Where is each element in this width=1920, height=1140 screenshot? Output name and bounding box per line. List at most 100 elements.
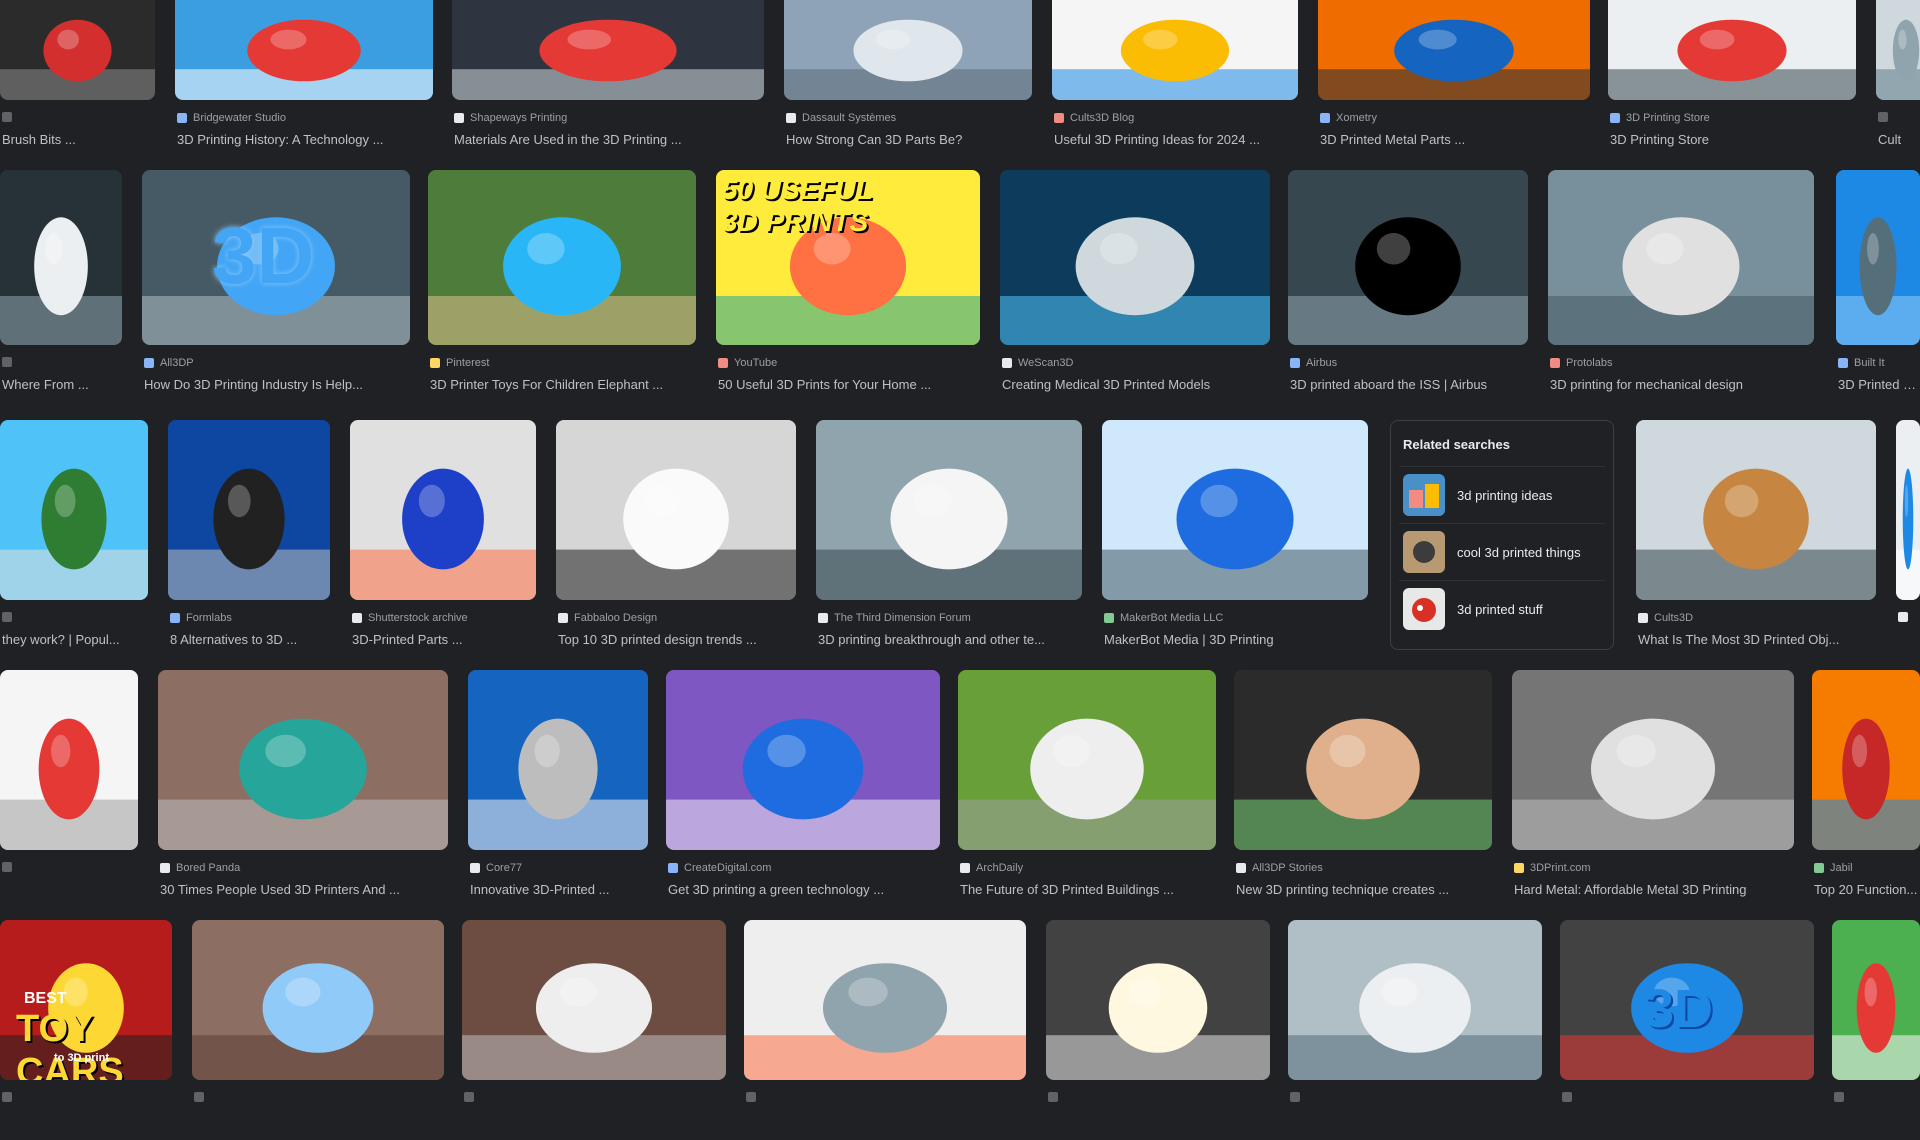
- result-thumbnail[interactable]: [1608, 0, 1856, 100]
- result-source[interactable]: Bored Panda: [160, 862, 446, 874]
- image-result-card[interactable]: Where From ...: [0, 170, 122, 405]
- image-result-card[interactable]: Shutterstock archive 3D-Printed Parts ...: [350, 420, 536, 660]
- image-result-card[interactable]: Xometry 3D Printed Metal Parts ...: [1318, 0, 1590, 160]
- image-result-card[interactable]: MakerBot Media LLC MakerBot Media | 3D Pr…: [1102, 420, 1368, 660]
- result-thumbnail[interactable]: [1836, 170, 1920, 345]
- result-title[interactable]: MakerBot Media | 3D Printing: [1104, 632, 1366, 647]
- result-title[interactable]: What Is The Most 3D Printed Obj...: [1638, 632, 1874, 647]
- result-thumbnail[interactable]: [168, 420, 330, 600]
- result-source[interactable]: The Third Dimension Forum: [818, 612, 1080, 624]
- result-source[interactable]: [1290, 1092, 1540, 1102]
- result-source[interactable]: Core77: [470, 862, 646, 874]
- result-title[interactable]: 3D Printing Store: [1610, 132, 1854, 147]
- result-source[interactable]: [2, 1092, 170, 1102]
- image-result-card[interactable]: Core77 Innovative 3D-Printed ...: [468, 670, 648, 910]
- result-thumbnail[interactable]: [958, 670, 1216, 850]
- result-source[interactable]: [1048, 1092, 1268, 1102]
- result-source[interactable]: ArchDaily: [960, 862, 1214, 874]
- result-source[interactable]: [2, 862, 136, 872]
- result-thumbnail[interactable]: [468, 670, 648, 850]
- image-result-card[interactable]: Cult: [1876, 0, 1920, 160]
- result-thumbnail[interactable]: [1512, 670, 1794, 850]
- result-source[interactable]: Pinterest: [430, 357, 694, 369]
- result-thumbnail[interactable]: [350, 420, 536, 600]
- result-source[interactable]: [746, 1092, 1024, 1102]
- result-thumbnail[interactable]: 3D: [1560, 920, 1814, 1080]
- result-source[interactable]: [2, 612, 146, 622]
- result-thumbnail[interactable]: [175, 0, 433, 100]
- related-search-item-cool[interactable]: cool 3d printed things: [1399, 523, 1605, 580]
- result-source[interactable]: [194, 1092, 442, 1102]
- result-title[interactable]: 3D printing breakthrough and other te...: [818, 632, 1080, 647]
- result-source[interactable]: Airbus: [1290, 357, 1526, 369]
- image-result-card[interactable]: Bridgewater Studio 3D Printing History: A…: [175, 0, 433, 160]
- image-result-card[interactable]: Airbus 3D printed aboard the ISS | Airbus: [1288, 170, 1528, 405]
- result-title[interactable]: 8 Alternatives to 3D ...: [170, 632, 328, 647]
- result-thumbnail[interactable]: 50 USEFUL 3D PRINTS: [716, 170, 980, 345]
- result-title[interactable]: How Strong Can 3D Parts Be?: [786, 132, 1030, 147]
- image-result-card[interactable]: 3D: [1560, 920, 1814, 1140]
- result-thumbnail[interactable]: [784, 0, 1032, 100]
- result-thumbnail[interactable]: [666, 670, 940, 850]
- result-title[interactable]: Where From ...: [2, 377, 120, 392]
- result-thumbnail[interactable]: [0, 170, 122, 345]
- result-thumbnail[interactable]: [1046, 920, 1270, 1080]
- image-result-card[interactable]: Cults3D What Is The Most 3D Printed Obj..…: [1636, 420, 1876, 660]
- image-result-card[interactable]: 3DPrint.com Hard Metal: Affordable Metal …: [1512, 670, 1794, 910]
- image-result-card[interactable]: All3DP Stories New 3D printing technique …: [1234, 670, 1492, 910]
- result-thumbnail[interactable]: [1052, 0, 1298, 100]
- result-title[interactable]: Cult: [1878, 132, 1920, 147]
- result-thumbnail[interactable]: [1288, 920, 1542, 1080]
- result-source[interactable]: Jabil: [1814, 862, 1918, 874]
- result-thumbnail[interactable]: [556, 420, 796, 600]
- image-result-card[interactable]: [744, 920, 1026, 1140]
- result-source[interactable]: [2, 357, 120, 367]
- result-title[interactable]: Top 10 3D printed design trends ...: [558, 632, 794, 647]
- result-thumbnail[interactable]: [0, 420, 148, 600]
- image-result-card[interactable]: [0, 670, 138, 910]
- result-thumbnail[interactable]: [1896, 420, 1920, 600]
- result-thumbnail[interactable]: [816, 420, 1082, 600]
- image-result-card[interactable]: [1046, 920, 1270, 1140]
- result-source[interactable]: Protolabs: [1550, 357, 1812, 369]
- result-source[interactable]: Xometry: [1320, 112, 1588, 124]
- result-title[interactable]: Materials Are Used in the 3D Printing ..…: [454, 132, 762, 147]
- result-title[interactable]: Brush Bits ...: [2, 132, 153, 147]
- image-result-card[interactable]: 3D All3DP How Do 3D Printing Industry Is H…: [142, 170, 410, 405]
- result-title[interactable]: 3D Printed H...: [1838, 377, 1918, 392]
- result-title[interactable]: Creating Medical 3D Printed Models: [1002, 377, 1268, 392]
- result-title[interactable]: 3D Printed Metal Parts ...: [1320, 132, 1588, 147]
- result-title[interactable]: 3D Printer Toys For Children Elephant ..…: [430, 377, 694, 392]
- result-thumbnail[interactable]: [192, 920, 444, 1080]
- result-title[interactable]: Innovative 3D-Printed ...: [470, 882, 646, 897]
- result-title[interactable]: 30 Times People Used 3D Printers And ...: [160, 882, 446, 897]
- result-thumbnail[interactable]: [1318, 0, 1590, 100]
- result-title[interactable]: 3D Printing History: A Technology ...: [177, 132, 431, 147]
- result-source[interactable]: [464, 1092, 724, 1102]
- image-result-card[interactable]: Jabil Top 20 Function...: [1812, 670, 1920, 910]
- result-title[interactable]: New 3D printing technique creates ...: [1236, 882, 1490, 897]
- image-result-card[interactable]: Cults3D Blog Useful 3D Printing Ideas for…: [1052, 0, 1298, 160]
- image-result-card[interactable]: Bored Panda 30 Times People Used 3D Print…: [158, 670, 448, 910]
- image-result-card[interactable]: [192, 920, 444, 1140]
- result-thumbnail[interactable]: [428, 170, 696, 345]
- image-result-card[interactable]: [462, 920, 726, 1140]
- image-result-card[interactable]: Built It 3D Printed H...: [1836, 170, 1920, 405]
- image-result-card[interactable]: ArchDaily The Future of 3D Printed Buildi…: [958, 670, 1216, 910]
- result-title[interactable]: they work? | Popul...: [2, 632, 146, 647]
- image-result-card[interactable]: [1896, 420, 1920, 660]
- result-source[interactable]: Formlabs: [170, 612, 328, 624]
- image-result-card[interactable]: Protolabs 3D printing for mechanical desi…: [1548, 170, 1814, 405]
- image-result-card[interactable]: Dassault Systèmes How Strong Can 3D Parts…: [784, 0, 1032, 160]
- image-result-card[interactable]: Fabbaloo Design Top 10 3D printed design …: [556, 420, 796, 660]
- result-thumbnail[interactable]: [1548, 170, 1814, 345]
- image-result-card[interactable]: Brush Bits ...: [0, 0, 155, 160]
- result-source[interactable]: [2, 112, 153, 122]
- result-source[interactable]: CreateDigital.com: [668, 862, 938, 874]
- result-source[interactable]: Bridgewater Studio: [177, 112, 431, 124]
- result-thumbnail[interactable]: [158, 670, 448, 850]
- image-result-card[interactable]: 3D Printing Store 3D Printing Store: [1608, 0, 1856, 160]
- result-title[interactable]: 3D-Printed Parts ...: [352, 632, 534, 647]
- result-source[interactable]: Cults3D Blog: [1054, 112, 1296, 124]
- result-title[interactable]: Useful 3D Printing Ideas for 2024 ...: [1054, 132, 1296, 147]
